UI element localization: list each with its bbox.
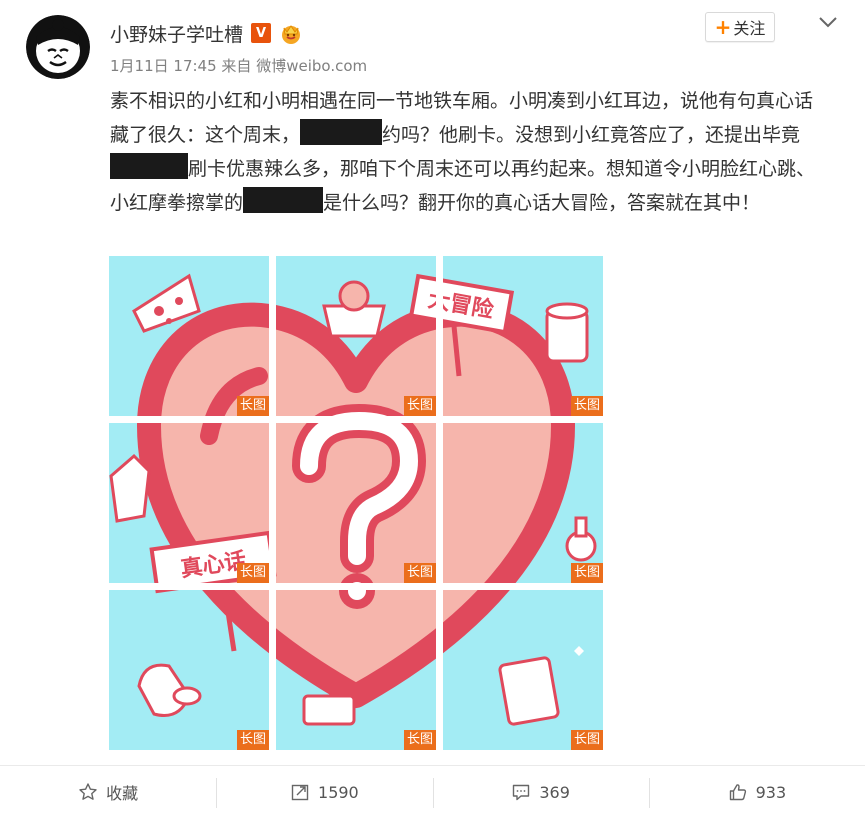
thumbnail-illustration: 大冒险 真心话	[109, 423, 269, 583]
chevron-down-icon[interactable]	[818, 14, 838, 28]
follow-button[interactable]: + 关注	[705, 12, 775, 42]
favorite-label: 收藏	[106, 784, 139, 803]
repost-button[interactable]: 1590	[216, 766, 432, 818]
thumbnail-illustration: 大冒险 真心话	[276, 590, 436, 750]
like-icon	[729, 784, 746, 801]
avatar[interactable]	[26, 15, 90, 79]
image-thumbnail[interactable]: 大冒险 真心话 长图	[276, 256, 436, 416]
long-image-tag: 长图	[403, 563, 436, 583]
long-image-tag: 长图	[570, 563, 603, 583]
post-meta: 1月11日 17:45 来自 微博weibo.com	[110, 55, 367, 76]
like-button[interactable]: 933	[648, 766, 865, 818]
long-image-tag: 长图	[236, 730, 269, 750]
comment-count: 369	[539, 782, 570, 802]
source-prefix: 来自	[221, 57, 252, 75]
post-time[interactable]: 1月11日 17:45	[110, 57, 217, 75]
image-thumbnail[interactable]: 大冒险 真心话 长图	[109, 423, 269, 583]
post-source[interactable]: 微博weibo.com	[256, 57, 367, 75]
action-bar: 收藏 1590 369 933	[0, 766, 865, 818]
image-thumbnail[interactable]: 大冒险 真心话 长图	[443, 590, 603, 750]
long-image-tag: 长图	[403, 396, 436, 416]
redacted-block	[243, 187, 324, 213]
long-image-tag: 长图	[570, 730, 603, 750]
image-thumbnail[interactable]: 大冒险 真心话 长图	[443, 423, 603, 583]
long-image-tag: 长图	[236, 563, 269, 583]
comment-icon	[513, 784, 530, 801]
image-grid: 大冒险 真心话 长图 大冒险	[109, 256, 603, 750]
thumbnail-illustration: 大冒险 真心话	[109, 590, 269, 750]
like-count: 933	[755, 782, 787, 802]
post-text-part: 是什么吗？翻开你的真心话大冒险，答案就在其中！	[323, 192, 761, 214]
long-image-tag: 长图	[570, 396, 603, 416]
long-image-tag: 长图	[236, 396, 269, 416]
thumbnail-illustration: 大冒险 真心话	[109, 256, 269, 416]
post-text: 素不相识的小红和小明相遇在同一节地铁车厢。小明凑到小红耳边，说他有句真心话藏了很…	[110, 84, 830, 220]
follow-label: 关注	[733, 19, 766, 38]
thumbnail-illustration: 大冒险 真心话	[276, 423, 436, 583]
image-thumbnail[interactable]: 大冒险 真心话 长图	[276, 590, 436, 750]
favorite-button[interactable]: 收藏	[0, 766, 216, 818]
author-row: 小野妹子学吐槽 V	[110, 18, 303, 48]
redacted-block	[110, 153, 188, 179]
image-thumbnail[interactable]: 大冒险 真心话 长图	[109, 590, 269, 750]
plus-icon: +	[714, 15, 732, 39]
username[interactable]: 小野妹子学吐槽	[110, 20, 243, 47]
thumbnail-illustration: 大冒险 真心话	[443, 256, 603, 416]
thumbnail-illustration: 大冒险 真心话	[276, 256, 436, 416]
redacted-block	[300, 119, 383, 145]
post-text-part: 约吗？他刷卡。没想到小红竟答应了，还提出毕竟	[382, 124, 801, 146]
long-image-tag: 长图	[403, 730, 436, 750]
repost-icon	[291, 784, 309, 801]
repost-count: 1590	[318, 782, 359, 802]
thumbnail-illustration: 大冒险 真心话	[443, 590, 603, 750]
thumbnail-illustration: 大冒险 真心话	[443, 423, 603, 583]
crown-icon[interactable]	[279, 22, 303, 44]
verified-icon[interactable]: V	[251, 23, 272, 43]
comment-button[interactable]: 369	[432, 766, 649, 818]
star-icon	[79, 783, 97, 800]
image-thumbnail[interactable]: 大冒险 真心话 长图	[276, 423, 436, 583]
image-thumbnail[interactable]: 大冒险 真心话 长图	[109, 256, 269, 416]
image-thumbnail[interactable]: 大冒险 真心话 长图	[443, 256, 603, 416]
